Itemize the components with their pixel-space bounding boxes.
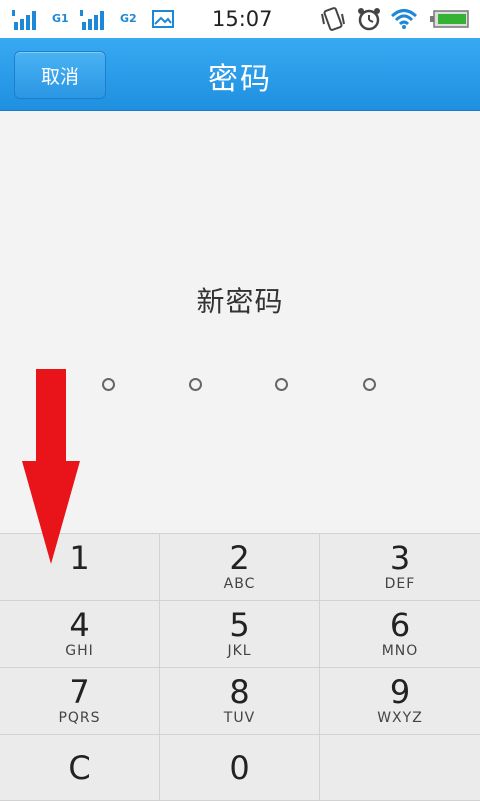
signal-icon — [12, 10, 36, 30]
key-letters: GHI — [65, 643, 94, 659]
key-9[interactable]: 9 WXYZ — [320, 668, 480, 735]
wifi-icon — [390, 9, 418, 29]
key-letters: TUV — [223, 710, 256, 726]
key-letters: PQRS — [58, 710, 101, 726]
key-number: C — [68, 748, 91, 787]
key-number: 0 — [229, 748, 250, 787]
status-bar: G1 G2 15:07 — [0, 0, 480, 38]
key-3[interactable]: 3 DEF — [320, 534, 480, 601]
key-letters: MNO — [381, 643, 419, 659]
picture-icon — [152, 10, 174, 28]
pin-dot — [275, 378, 288, 391]
down-arrow-annotation — [22, 369, 80, 564]
key-number: 4 — [69, 606, 90, 644]
key-8[interactable]: 8 TUV — [160, 668, 320, 735]
title-bar: 取消 密码 — [0, 38, 480, 111]
signal-icon — [80, 10, 104, 30]
pin-dot — [363, 378, 376, 391]
key-letters: DEF — [384, 576, 416, 592]
key-6[interactable]: 6 MNO — [320, 601, 480, 668]
key-4[interactable]: 4 GHI — [0, 601, 160, 668]
pin-dot — [102, 378, 115, 391]
key-number: 9 — [389, 673, 411, 711]
key-letters: JKL — [227, 643, 252, 659]
battery-icon — [430, 10, 469, 28]
vibrate-icon — [321, 7, 345, 31]
key-number: 6 — [389, 606, 411, 644]
key-5[interactable]: 5 JKL — [160, 601, 320, 668]
key-number: 3 — [389, 539, 411, 577]
sim1-label: G1 — [52, 12, 69, 25]
clear-key[interactable]: C — [0, 735, 160, 801]
new-password-prompt: 新密码 — [196, 285, 284, 318]
pin-dot — [189, 378, 202, 391]
key-letters: ABC — [223, 576, 256, 592]
key-2[interactable]: 2 ABC — [160, 534, 320, 601]
key-number: 2 — [229, 539, 250, 577]
status-time: 15:07 — [212, 7, 273, 31]
alarm-clock-icon — [358, 8, 380, 31]
page-title: 密码 — [208, 62, 272, 97]
sim2-label: G2 — [120, 12, 137, 25]
key-number: 5 — [229, 606, 250, 644]
key-7[interactable]: 7 PQRS — [0, 668, 160, 735]
key-number: 7 — [69, 673, 90, 711]
key-number: 8 — [229, 673, 250, 711]
key-0[interactable]: 0 — [160, 735, 320, 801]
numeric-keypad: 1 2 ABC 3 DEF 4 GHI 5 JKL 6 MNO 7 PQRS 8… — [0, 533, 480, 801]
blank-key — [320, 735, 480, 801]
key-letters: WXYZ — [377, 710, 423, 726]
